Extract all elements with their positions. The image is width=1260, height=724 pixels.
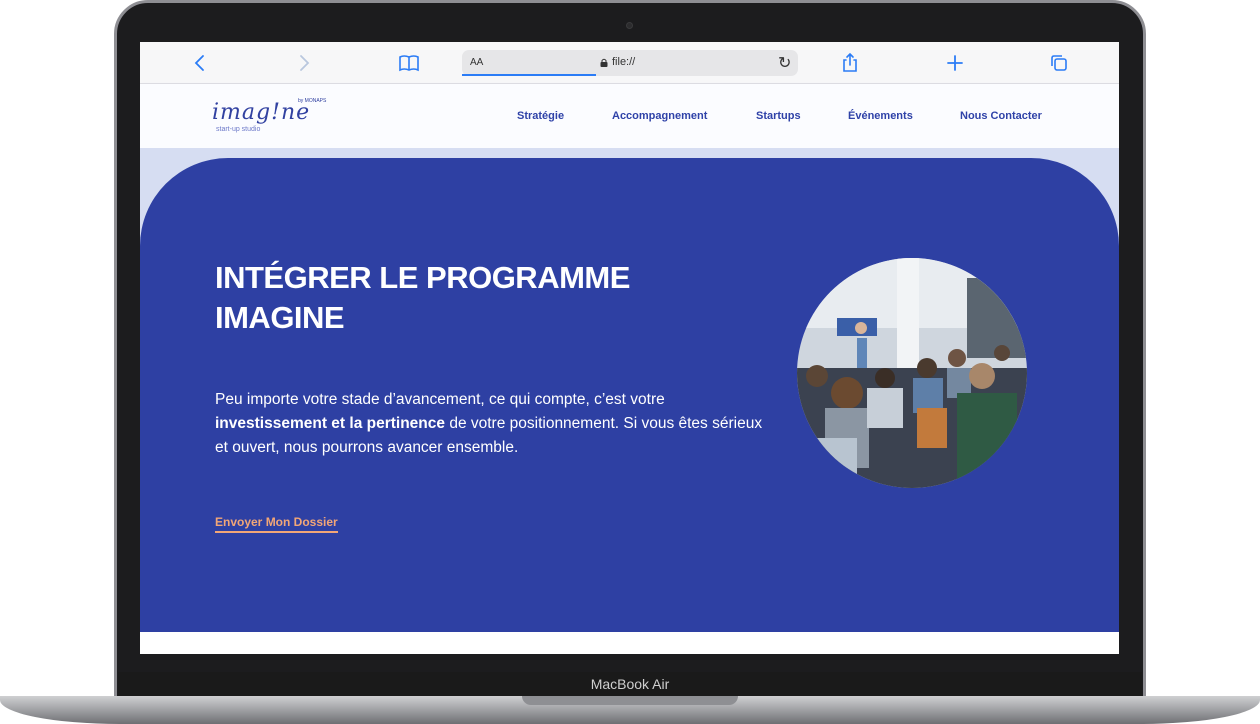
nav-evenements[interactable]: Événements xyxy=(848,110,913,122)
nav-contact[interactable]: Nous Contacter xyxy=(960,110,1042,122)
loading-progress xyxy=(462,74,596,76)
browser-screen: AA file:// ↻ imag!ne by MONAPS start-up … xyxy=(140,42,1119,654)
back-icon[interactable] xyxy=(188,51,212,75)
logo-wordmark: imag!ne xyxy=(212,100,311,125)
send-application-link[interactable]: Envoyer Mon Dossier xyxy=(215,515,338,533)
share-icon[interactable] xyxy=(838,51,862,75)
address-bar[interactable]: AA file:// ↻ xyxy=(462,50,798,76)
hero-title: INTÉGRER LE PROGRAMME IMAGINE xyxy=(215,258,735,338)
camera-icon xyxy=(626,22,633,29)
logo-subtitle: start-up studio xyxy=(216,126,261,133)
site-logo[interactable]: imag!ne by MONAPS start-up studio xyxy=(212,98,342,138)
hero-text-bold: investissement et la pertinence xyxy=(215,415,446,432)
page-footer-strip xyxy=(140,632,1119,654)
forward-icon[interactable] xyxy=(292,51,316,75)
hero-title-line1: INTÉGRER LE PROGRAMME xyxy=(215,260,630,295)
device-label: MacBook Air xyxy=(590,676,670,692)
tabs-icon[interactable] xyxy=(1047,51,1071,75)
reader-aa-button[interactable]: AA xyxy=(470,57,483,68)
hero-text-part1: Peu importe votre stade d’avancement, ce… xyxy=(215,391,665,408)
lock-icon xyxy=(600,58,608,67)
browser-toolbar: AA file:// ↻ xyxy=(140,42,1119,84)
nav-accompagnement[interactable]: Accompagnement xyxy=(612,110,707,122)
book-icon[interactable] xyxy=(397,51,421,75)
laptop-notch xyxy=(522,696,738,705)
plus-icon[interactable] xyxy=(943,51,967,75)
reload-icon[interactable]: ↻ xyxy=(778,53,791,73)
hero-section: INTÉGRER LE PROGRAMME IMAGINE Peu import… xyxy=(140,158,1119,632)
hero-paragraph: Peu importe votre stade d’avancement, ce… xyxy=(215,388,775,460)
site-header: imag!ne by MONAPS start-up studio Straté… xyxy=(140,84,1119,148)
logo-byline: by MONAPS xyxy=(298,98,327,104)
url-text: file:// xyxy=(612,56,636,68)
nav-startups[interactable]: Startups xyxy=(756,110,801,122)
audience-photo xyxy=(797,258,1027,488)
hero-title-line2: IMAGINE xyxy=(215,300,345,335)
nav-strategie[interactable]: Stratégie xyxy=(517,110,564,122)
